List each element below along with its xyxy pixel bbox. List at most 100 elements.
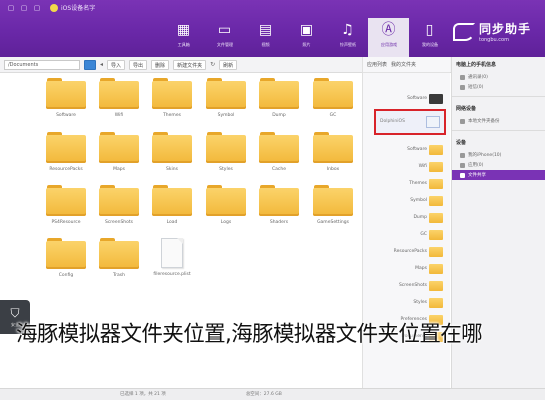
nav-my-device[interactable]: ▯ 我的设备 xyxy=(409,18,450,57)
app-folder-row[interactable]: ResourcePacks xyxy=(371,245,447,259)
nav-files[interactable]: ▭ 文件管理 xyxy=(204,18,245,57)
delete-button[interactable]: 删除 xyxy=(151,59,170,70)
folder-item[interactable]: Shaders xyxy=(255,185,303,235)
app-folder-row[interactable]: Wifi xyxy=(371,160,447,174)
device-status-icon xyxy=(50,3,58,12)
file-name: Trash xyxy=(113,273,125,278)
app-folder-label: GC xyxy=(420,232,427,237)
folder-item[interactable]: PS4Resource xyxy=(42,185,90,235)
folder-item[interactable]: Wifi xyxy=(95,78,143,128)
nav-label: 照片 xyxy=(302,43,311,48)
folder-item[interactable]: ScreenShots xyxy=(95,185,143,235)
folder-icon xyxy=(429,281,443,291)
app-folder-label: ResourcePacks xyxy=(393,249,427,254)
minimize-button[interactable]: ▢ xyxy=(6,4,16,12)
folder-item[interactable]: Load xyxy=(148,185,196,235)
file-name: Themes xyxy=(163,113,181,118)
app-folder-label: Software xyxy=(407,96,427,101)
folder-icon xyxy=(259,78,299,109)
folder-icon xyxy=(313,132,353,163)
folder-item[interactable]: Logs xyxy=(202,185,250,235)
app-folder-row[interactable]: Dump xyxy=(371,211,447,225)
device-title-label: iOS设备名字 xyxy=(61,5,96,12)
apps-item[interactable]: 应用(0) xyxy=(452,160,545,170)
local-backup-item[interactable]: 本地文件夹备份 xyxy=(452,116,545,126)
my-folder-tab[interactable]: 我的文件夹 xyxy=(391,57,416,72)
sms-icon xyxy=(460,84,465,90)
nav-label: 视频 xyxy=(261,43,270,48)
folder-icon xyxy=(429,145,443,155)
folder-icon xyxy=(46,132,86,163)
folder-item[interactable]: Skins xyxy=(148,132,196,182)
folder-item[interactable]: Trash xyxy=(95,238,143,288)
app-folder-row[interactable]: GC xyxy=(371,228,447,242)
folder-icon xyxy=(99,185,139,216)
refresh-icon[interactable]: ↻ xyxy=(210,61,215,68)
file-name: GameSettings xyxy=(317,220,349,225)
folder-icon xyxy=(429,179,443,189)
nav-label: 铃声壁纸 xyxy=(339,43,356,48)
folder-item[interactable]: Styles xyxy=(202,132,250,182)
item-label: 本地文件夹备份 xyxy=(468,119,500,124)
restore-button[interactable]: ▢ xyxy=(19,4,29,12)
folder-item[interactable]: Config xyxy=(42,238,90,288)
folder-icon xyxy=(99,78,139,109)
app-folder-label: Software xyxy=(407,147,427,152)
import-button[interactable]: 导入 xyxy=(107,59,126,70)
folder-icon xyxy=(429,213,443,223)
nav-label: 文件管理 xyxy=(216,43,233,48)
folder-icon xyxy=(313,185,353,216)
nav-apps[interactable]: Ⓐ 应用游戏 xyxy=(368,18,409,57)
contacts-item[interactable]: 通讯录(0) xyxy=(452,72,545,82)
file-name: Skins xyxy=(166,167,178,172)
file-name: Wifi xyxy=(114,113,124,118)
folder-item[interactable]: Inbox xyxy=(309,132,357,182)
nav-video[interactable]: ▤ 视频 xyxy=(245,18,286,57)
app-folder-row[interactable]: Maps xyxy=(371,262,447,276)
file-share-item[interactable]: 文件共享 xyxy=(452,170,545,180)
app-folder-row[interactable]: Styles xyxy=(371,296,447,310)
logo-name: 同步助手 xyxy=(478,22,531,36)
section-title: 电脑上的手机信息 xyxy=(456,62,497,68)
app-list-tab[interactable]: 应用列表 xyxy=(367,57,387,72)
device-title[interactable]: iOS设备名字 xyxy=(50,3,95,12)
nav-ringtones[interactable]: ♫ 铃声壁纸 xyxy=(327,18,368,57)
folder-item[interactable]: Maps xyxy=(95,132,143,182)
close-button[interactable]: ▢ xyxy=(32,4,42,12)
folder-item[interactable]: Cache xyxy=(255,132,303,182)
back-icon[interactable]: ◂ xyxy=(100,61,103,68)
app-folder-row[interactable]: ScreenShots xyxy=(371,279,447,293)
folder-item[interactable]: Software xyxy=(42,78,90,128)
folder-item[interactable]: ResourcePacks xyxy=(42,132,90,182)
sms-item[interactable]: 短信(0) xyxy=(452,82,545,92)
phone-icon: ▯ xyxy=(425,22,434,38)
view-toggle-button[interactable] xyxy=(84,59,96,70)
appstore-icon: Ⓐ xyxy=(381,22,396,38)
document-icon xyxy=(161,238,183,268)
folder-item[interactable]: Symbol xyxy=(202,78,250,128)
file-item[interactable]: fileresource.plist xyxy=(148,238,196,288)
item-label: 应用(0) xyxy=(468,163,484,168)
export-button[interactable]: 导出 xyxy=(129,59,148,70)
new-folder-button[interactable]: 新建文件夹 xyxy=(173,59,207,70)
refresh-button[interactable]: 刷新 xyxy=(219,59,238,70)
app-folder-row[interactable]: Software xyxy=(371,143,447,157)
nav-photos[interactable]: ▣ 照片 xyxy=(286,18,327,57)
app-icon xyxy=(429,94,443,104)
iphone-item[interactable]: 我的iPhone(10) xyxy=(452,150,545,160)
nav-tools[interactable]: ▦ 工具箱 xyxy=(163,18,204,57)
divider xyxy=(452,130,545,131)
app-folder-row[interactable]: Symbol xyxy=(371,194,447,208)
folder-item[interactable]: Themes xyxy=(148,78,196,128)
folder-item[interactable]: Dump xyxy=(255,78,303,128)
path-field[interactable]: /Documents xyxy=(4,59,80,70)
section-title: 设备 xyxy=(456,140,467,146)
folder-item[interactable]: GameSettings xyxy=(309,185,357,235)
file-name: Maps xyxy=(113,167,125,172)
storage-status: 总空间：27.6 GB xyxy=(245,392,282,397)
app-folder-row[interactable]: Software xyxy=(371,92,447,106)
contacts-icon xyxy=(460,74,465,80)
picture-icon: ▣ xyxy=(299,22,314,38)
app-folder-row[interactable]: Themes xyxy=(371,177,447,191)
folder-item[interactable]: GC xyxy=(309,78,357,128)
